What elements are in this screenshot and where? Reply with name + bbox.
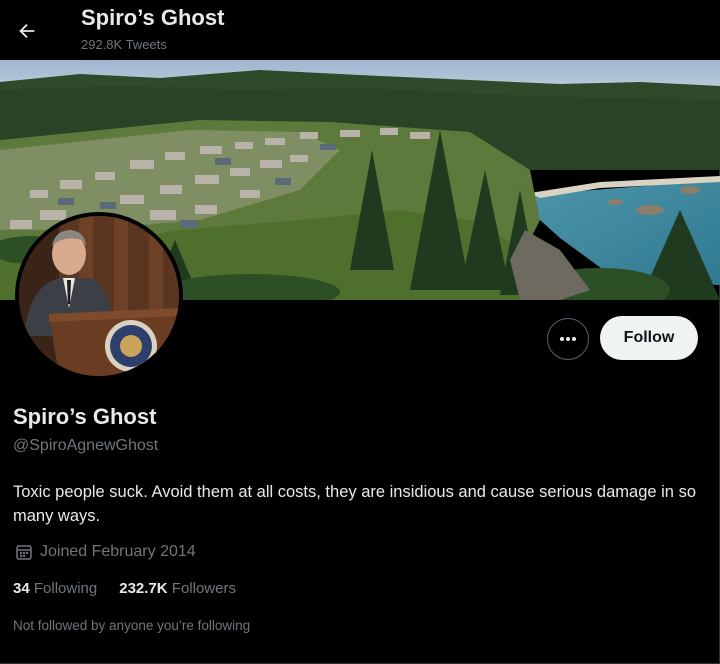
profile-page: Spiro’s Ghost 292.8K Tweets Follow Spiro… <box>0 0 720 664</box>
following-link[interactable]: 34 Following <box>13 580 97 597</box>
following-label: Following <box>33 580 98 597</box>
arrow-left-icon <box>19 23 35 39</box>
profile-name: Spiro’s Ghost <box>13 404 157 429</box>
top-bar: Spiro’s Ghost 292.8K Tweets <box>0 0 720 60</box>
followers-count: 232.7K <box>119 580 168 597</box>
profile-handle: @SpiroAgnewGhost <box>13 437 159 454</box>
tweet-count: 292.8K Tweets <box>81 37 167 52</box>
joined-date: Joined February 2014 <box>15 543 196 561</box>
joined-text: Joined February 2014 <box>40 543 196 560</box>
follow-button[interactable]: Follow <box>600 316 698 360</box>
ellipsis-icon <box>560 337 576 341</box>
followers-link[interactable]: 232.7K Followers <box>119 580 236 597</box>
more-options-button[interactable] <box>547 318 589 360</box>
not-followed-text: Not followed by anyone you’re following <box>13 618 251 633</box>
followers-label: Followers <box>171 580 236 597</box>
back-button[interactable] <box>12 16 42 46</box>
following-count: 34 <box>13 580 30 597</box>
header-title: Spiro’s Ghost <box>81 5 225 30</box>
calendar-icon <box>16 545 32 560</box>
follow-stats: 34 Following 232.7K Followers <box>13 580 236 597</box>
profile-bio: Toxic people suck. Avoid them at all cos… <box>13 483 696 525</box>
avatar[interactable] <box>15 212 183 380</box>
